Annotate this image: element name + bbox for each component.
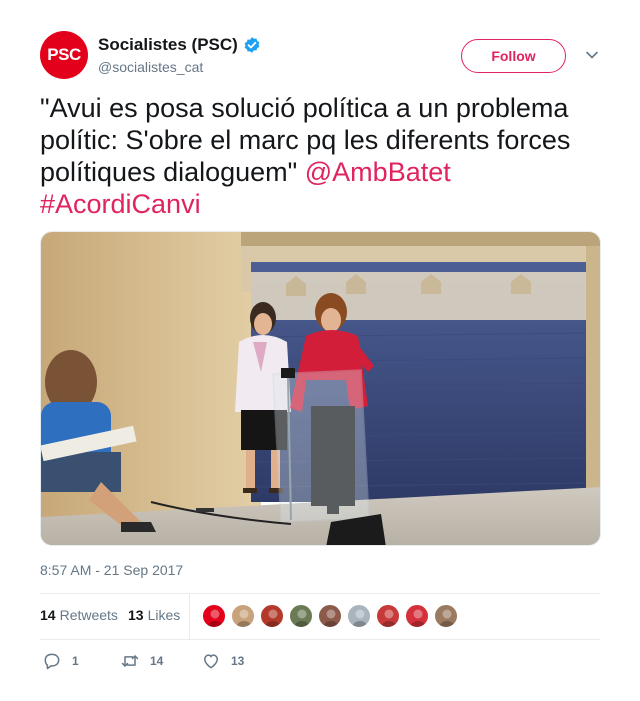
reply-icon [44,653,60,670]
account-names: Socialistes (PSC) @socialistes_cat [98,34,261,75]
retweets-count: 14 [40,607,56,623]
retweet-icon [121,655,139,667]
follow-button[interactable]: Follow [461,39,566,73]
avatar-silhouette-icon [294,609,310,627]
likes-count: 13 [128,607,144,623]
retweet-button[interactable]: 14 [120,650,163,672]
tweet-header: PSC Socialistes (PSC) @socialistes_cat F… [40,31,600,81]
liker-avatar[interactable] [318,604,342,628]
account-handle[interactable]: @socialistes_cat [98,59,261,75]
verified-badge-icon [244,37,260,53]
liker-avatar[interactable] [376,604,400,628]
divider [40,639,600,640]
stats-separator [189,593,190,639]
retweets-label: Retweets [59,607,118,623]
avatar-silhouette-icon [381,609,397,627]
liker-avatar[interactable] [202,604,226,628]
retweet-count: 14 [150,654,164,668]
tweet-text: "Avui es posa solució política a un prob… [40,92,606,220]
avatar-silhouette-icon [352,609,368,627]
press-conference-photo [41,232,600,545]
tweet-card: PSC Socialistes (PSC) @socialistes_cat F… [0,0,640,701]
tweet-photo[interactable] [40,231,601,546]
reply-count: 1 [72,654,79,668]
liker-avatar[interactable] [405,604,429,628]
like-button[interactable]: 13 [201,650,244,672]
avatar-silhouette-icon [323,609,339,627]
avatar-silhouette-icon [439,609,455,627]
retweets-stat[interactable]: 14 Retweets [40,607,118,623]
tweet-actions: 1 14 13 [40,650,600,674]
chevron-down-icon[interactable] [585,48,599,62]
avatar[interactable]: PSC [40,31,88,79]
like-count: 13 [231,654,245,668]
likes-label: Likes [147,607,181,623]
display-name-row: Socialistes (PSC) [98,34,261,56]
avatar-silhouette-icon [265,609,281,627]
liker-avatar[interactable] [434,604,458,628]
avatar-silhouette-icon [410,609,426,627]
liker-avatar[interactable] [260,604,284,628]
display-name[interactable]: Socialistes (PSC) [98,35,238,55]
liker-avatar[interactable] [231,604,255,628]
hashtag-link[interactable]: #AcordiCanvi [40,189,201,219]
avatar-silhouette-icon [207,609,223,627]
avatar-silhouette-icon [236,609,252,627]
reply-button[interactable]: 1 [42,650,79,672]
avatar-logo-text: PSC [47,45,81,64]
tweet-timestamp[interactable]: 8:57 AM - 21 Sep 2017 [40,562,183,578]
liker-avatar[interactable] [347,604,371,628]
mention-link[interactable]: @AmbBatet [305,157,451,187]
tweet-stats: 14 Retweets 13 Likes [40,593,600,639]
heart-icon [204,654,218,669]
likes-stat[interactable]: 13 Likes [128,607,180,623]
liker-avatar[interactable] [289,604,313,628]
